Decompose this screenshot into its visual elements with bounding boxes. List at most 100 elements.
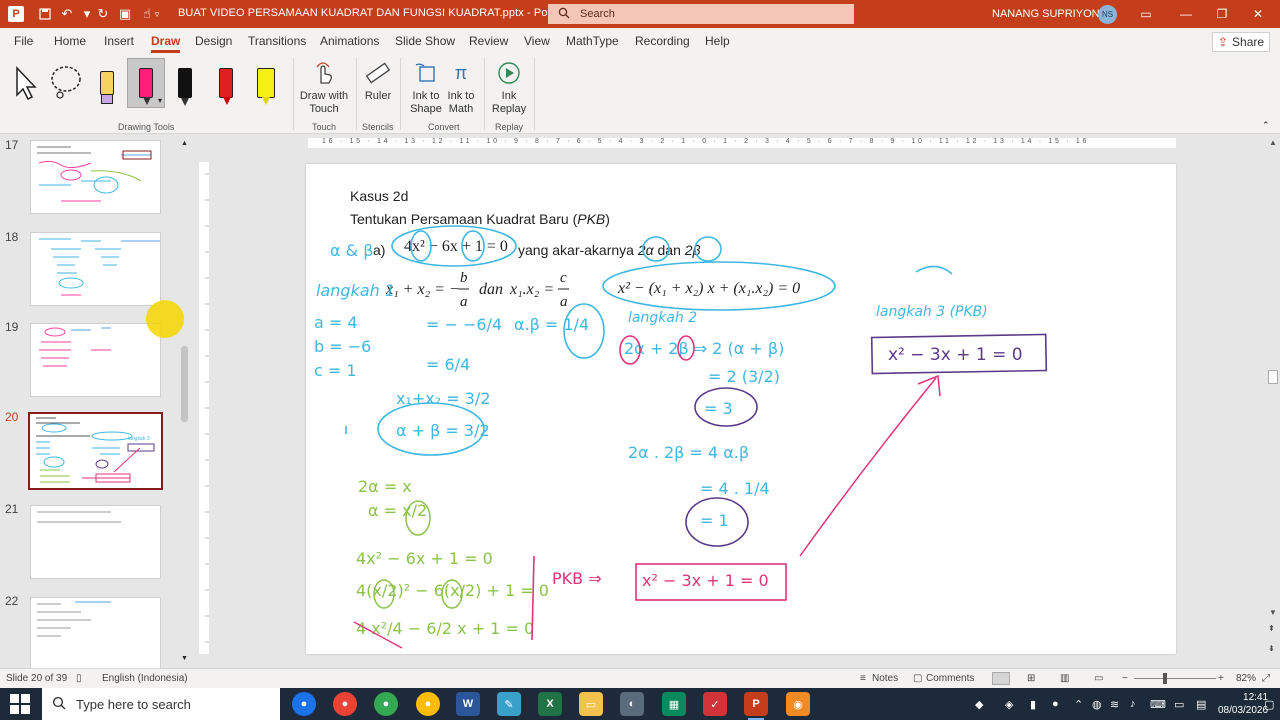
- chrome-taskbar-icon[interactable]: ●: [416, 692, 440, 716]
- zoom-level[interactable]: 82%: [1236, 673, 1256, 684]
- app-taskbar-icon[interactable]: ◉: [786, 692, 810, 716]
- tab-home[interactable]: Home: [54, 34, 86, 48]
- avatar[interactable]: NS: [1098, 5, 1117, 24]
- volume-icon[interactable]: ♪: [1130, 698, 1136, 710]
- slide-sorter-icon[interactable]: ⊞: [1027, 673, 1035, 684]
- pen-black[interactable]: [166, 58, 204, 108]
- tab-insert[interactable]: Insert: [104, 34, 134, 48]
- chrome-taskbar-icon[interactable]: ●: [374, 692, 398, 716]
- slideshow-icon[interactable]: ▭: [1094, 673, 1103, 684]
- draw-with-touch-button[interactable]: Draw with Touch: [298, 60, 350, 116]
- tab-draw[interactable]: Draw: [151, 34, 181, 53]
- tab-help[interactable]: Help: [705, 34, 730, 48]
- tab-recording[interactable]: Recording: [635, 34, 690, 48]
- slide-thumbnail-18[interactable]: [30, 232, 161, 306]
- language-tray-icon[interactable]: ⌨: [1150, 698, 1166, 711]
- pen-options-chevron-icon[interactable]: ▾: [158, 96, 162, 105]
- thumbnail-scroll-thumb[interactable]: [181, 346, 188, 422]
- keyboard-icon[interactable]: ▤: [1196, 698, 1206, 711]
- zoom-out-icon[interactable]: −: [1122, 673, 1128, 684]
- notes-button[interactable]: Notes: [872, 673, 898, 684]
- previous-slide-icon[interactable]: ⇞: [1268, 624, 1275, 633]
- next-slide-icon[interactable]: ⇟: [1268, 644, 1275, 653]
- minimize-icon[interactable]: —: [1176, 4, 1196, 24]
- ribbon-display-options-icon[interactable]: ▭: [1136, 4, 1156, 24]
- select-tool[interactable]: [6, 58, 44, 108]
- qat-customize-icon[interactable]: ▿: [146, 3, 168, 25]
- ink-replay-button[interactable]: Ink Replay: [490, 60, 528, 116]
- tab-file[interactable]: File: [14, 34, 33, 48]
- scroll-up-icon[interactable]: ▲: [1269, 138, 1277, 147]
- ruler-button[interactable]: Ruler: [362, 60, 394, 103]
- slide-thumbnail-21[interactable]: [30, 505, 161, 579]
- search-input[interactable]: Search: [548, 4, 854, 24]
- close-icon[interactable]: ✕: [1248, 4, 1268, 24]
- tab-review[interactable]: Review: [469, 34, 508, 48]
- word-taskbar-icon[interactable]: W: [456, 692, 480, 716]
- notes-taskbar-icon[interactable]: ✎: [497, 692, 521, 716]
- scroll-up-icon[interactable]: ▲: [181, 140, 188, 147]
- zoom-in-icon[interactable]: +: [1218, 673, 1224, 684]
- save-icon[interactable]: [34, 3, 56, 25]
- slide-canvas[interactable]: Kasus 2d Tentukan Persamaan Kuadrat Baru…: [306, 164, 1176, 654]
- slide-thumbnail-22[interactable]: [30, 597, 161, 668]
- ink-to-math-button[interactable]: π Ink to Math: [444, 60, 478, 116]
- tray-app-icon[interactable]: ▮: [1030, 698, 1036, 711]
- app-taskbar-icon[interactable]: ▦: [662, 692, 686, 716]
- taskbar-clock[interactable]: 12:41 08/03/2026: [1218, 691, 1268, 717]
- file-explorer-taskbar-icon[interactable]: ▭: [579, 692, 603, 716]
- collapse-ribbon-icon[interactable]: ⌃: [1262, 120, 1270, 131]
- restore-icon[interactable]: ❐: [1212, 4, 1232, 24]
- slide-thumbnail-19[interactable]: [30, 323, 161, 397]
- chrome-taskbar-icon[interactable]: ●: [292, 692, 316, 716]
- tab-transitions[interactable]: Transitions: [248, 34, 306, 48]
- language-indicator[interactable]: English (Indonesia): [102, 673, 188, 684]
- tab-mathtype[interactable]: MathType: [566, 34, 619, 48]
- spellcheck-icon[interactable]: ▯: [76, 673, 82, 684]
- highlighter-pen-yellow[interactable]: [88, 58, 126, 108]
- undo-icon[interactable]: ↶: [56, 3, 78, 25]
- comments-button[interactable]: Comments: [926, 673, 974, 684]
- tab-animations[interactable]: Animations: [320, 34, 379, 48]
- chrome-taskbar-icon[interactable]: ●: [333, 692, 357, 716]
- zoom-slider[interactable]: [1134, 678, 1216, 679]
- slide-thumbnail-17[interactable]: [30, 140, 161, 214]
- tab-view[interactable]: View: [524, 34, 550, 48]
- scroll-thumb[interactable]: [1268, 370, 1278, 384]
- tab-slide-show[interactable]: Slide Show: [395, 34, 455, 48]
- share-button[interactable]: ⇪ Share: [1212, 32, 1270, 52]
- wifi-icon[interactable]: ≋: [1110, 698, 1119, 711]
- app-taskbar-icon[interactable]: ✓: [703, 692, 727, 716]
- normal-view-icon[interactable]: [992, 672, 1010, 685]
- tray-app-icon[interactable]: ◈: [1005, 698, 1013, 711]
- slide-thumbnail-20[interactable]: langkah 3: [28, 412, 163, 490]
- show-hidden-icons-icon[interactable]: ⌃: [1074, 698, 1083, 711]
- ink-to-shape-button[interactable]: Ink to Shape: [408, 60, 444, 116]
- tab-design[interactable]: Design: [195, 34, 232, 48]
- network-icon[interactable]: ◍: [1092, 698, 1102, 711]
- zoom-slider-thumb[interactable]: [1163, 673, 1167, 684]
- redo-icon[interactable]: ↻: [92, 3, 114, 25]
- start-from-beginning-icon[interactable]: ▣: [114, 3, 136, 25]
- lasso-select-tool[interactable]: [47, 58, 85, 108]
- excel-taskbar-icon[interactable]: X: [538, 692, 562, 716]
- pen-red[interactable]: [207, 58, 245, 108]
- slide-scrollbar[interactable]: ▲ ▼: [1266, 134, 1280, 620]
- scroll-down-icon[interactable]: ▼: [181, 655, 188, 662]
- fit-to-window-icon[interactable]: ⤢: [1262, 673, 1270, 684]
- highlighter-yellow[interactable]: [247, 58, 285, 108]
- tray-app-icon[interactable]: ◆: [975, 698, 983, 711]
- slide-counter[interactable]: Slide 20 of 39: [6, 673, 67, 684]
- notifications-icon[interactable]: ▢: [1264, 698, 1274, 711]
- tray-app-icon[interactable]: ●: [1052, 698, 1059, 710]
- pen-pink[interactable]: ▾: [127, 58, 165, 108]
- windows-start-icon[interactable]: [10, 694, 30, 714]
- user-name[interactable]: NANANG SUPRIYONO: [992, 8, 1108, 20]
- scroll-down-icon[interactable]: ▼: [1269, 608, 1277, 617]
- reading-view-icon[interactable]: ▥: [1060, 673, 1069, 684]
- battery-icon[interactable]: ▭: [1174, 698, 1184, 711]
- app-taskbar-icon[interactable]: ◐: [620, 692, 644, 716]
- taskbar-search-input[interactable]: Type here to search: [42, 688, 280, 720]
- powerpoint-taskbar-icon[interactable]: P: [744, 692, 768, 720]
- thumbnail-scrollbar[interactable]: ▲ ▼: [179, 138, 190, 664]
